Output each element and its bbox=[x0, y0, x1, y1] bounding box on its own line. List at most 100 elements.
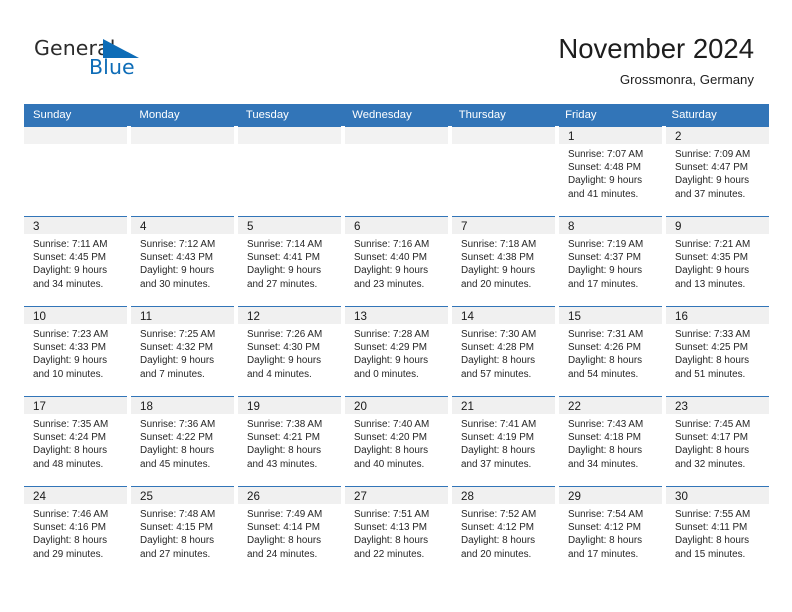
weekday-header-sunday: Sunday bbox=[33, 109, 72, 121]
calendar-day-cell[interactable]: 11 Sunrise: 7:25 AM Sunset: 4:32 PM Dayligh… bbox=[131, 306, 234, 396]
day-details: Sunrise: 7:11 AM Sunset: 4:45 PM Daylight:… bbox=[24, 234, 127, 291]
day-number-band: 11 bbox=[131, 307, 234, 324]
calendar-day-cell[interactable]: 8 Sunrise: 7:19 AM Sunset: 4:37 PM Daylight… bbox=[559, 216, 662, 306]
day-details: Sunrise: 7:35 AM Sunset: 4:24 PM Daylight:… bbox=[24, 414, 127, 471]
day-number-band: 17 bbox=[24, 397, 127, 414]
sunset-text: Sunset: 4:37 PM bbox=[568, 252, 642, 264]
calendar-day-cell[interactable]: 5 Sunrise: 7:14 AM Sunset: 4:41 PM Daylight… bbox=[238, 216, 341, 306]
daylight-text-line2: and 41 minutes. bbox=[568, 188, 639, 200]
calendar-day-cell[interactable]: 1 Sunrise: 7:07 AM Sunset: 4:48 PM Daylight… bbox=[559, 126, 662, 216]
calendar-week-row: 10 Sunrise: 7:23 AM Sunset: 4:33 PM Dayligh… bbox=[24, 306, 769, 396]
calendar-day-cell[interactable]: 22 Sunrise: 7:43 AM Sunset: 4:18 PM Dayligh… bbox=[559, 396, 662, 486]
calendar-day-cell[interactable]: 18 Sunrise: 7:36 AM Sunset: 4:22 PM Dayligh… bbox=[131, 396, 234, 486]
daylight-text-line2: and 17 minutes. bbox=[568, 278, 639, 290]
daylight-text-line1: Daylight: 8 hours bbox=[354, 445, 429, 457]
day-details: Sunrise: 7:14 AM Sunset: 4:41 PM Daylight:… bbox=[238, 234, 341, 291]
daylight-text-line2: and 20 minutes. bbox=[461, 548, 532, 560]
sunset-text: Sunset: 4:11 PM bbox=[675, 522, 748, 534]
calendar-day-cell[interactable]: 30 Sunrise: 7:55 AM Sunset: 4:11 PM Dayligh… bbox=[666, 486, 769, 576]
day-number-band: 24 bbox=[24, 487, 127, 504]
day-number: 6 bbox=[354, 220, 361, 233]
sunset-text: Sunset: 4:38 PM bbox=[461, 252, 535, 264]
day-number-band: 14 bbox=[452, 307, 555, 324]
day-details: Sunrise: 7:23 AM Sunset: 4:33 PM Daylight:… bbox=[24, 324, 127, 381]
day-number: 2 bbox=[675, 130, 682, 143]
sunset-text: Sunset: 4:30 PM bbox=[247, 342, 321, 354]
sunrise-text: Sunrise: 7:46 AM bbox=[33, 509, 109, 520]
day-number-band: 9 bbox=[666, 217, 769, 234]
day-number: 22 bbox=[568, 400, 581, 413]
calendar-day-cell[interactable]: 2 Sunrise: 7:09 AM Sunset: 4:47 PM Daylight… bbox=[666, 126, 769, 216]
day-number: 12 bbox=[247, 310, 260, 323]
day-number: 5 bbox=[247, 220, 254, 233]
daylight-text-line1: Daylight: 8 hours bbox=[461, 355, 536, 367]
calendar-day-cell[interactable]: 28 Sunrise: 7:52 AM Sunset: 4:12 PM Dayligh… bbox=[452, 486, 555, 576]
calendar-day-cell[interactable]: 29 Sunrise: 7:54 AM Sunset: 4:12 PM Dayligh… bbox=[559, 486, 662, 576]
calendar-day-cell[interactable]: 25 Sunrise: 7:48 AM Sunset: 4:15 PM Dayligh… bbox=[131, 486, 234, 576]
sunset-text: Sunset: 4:17 PM bbox=[675, 432, 749, 444]
day-number-band bbox=[24, 127, 127, 144]
day-number-band: 5 bbox=[238, 217, 341, 234]
sunrise-text: Sunrise: 7:12 AM bbox=[140, 239, 216, 250]
daylight-text-line1: Daylight: 8 hours bbox=[568, 535, 643, 547]
weekday-header-monday: Monday bbox=[139, 109, 180, 121]
calendar-day-cell[interactable]: 26 Sunrise: 7:49 AM Sunset: 4:14 PM Dayligh… bbox=[238, 486, 341, 576]
sunrise-text: Sunrise: 7:21 AM bbox=[675, 239, 751, 250]
day-number-band: 18 bbox=[131, 397, 234, 414]
weekday-header-friday: Friday bbox=[565, 109, 597, 121]
calendar-day-cell[interactable]: 9 Sunrise: 7:21 AM Sunset: 4:35 PM Daylight… bbox=[666, 216, 769, 306]
sunrise-text: Sunrise: 7:33 AM bbox=[675, 329, 751, 340]
day-number-band bbox=[238, 127, 341, 144]
calendar-day-cell[interactable]: 12 Sunrise: 7:26 AM Sunset: 4:30 PM Dayligh… bbox=[238, 306, 341, 396]
calendar-weeks: 1 Sunrise: 7:07 AM Sunset: 4:48 PM Daylight… bbox=[24, 126, 769, 576]
daylight-text-line2: and 15 minutes. bbox=[675, 548, 746, 560]
day-number-band: 12 bbox=[238, 307, 341, 324]
calendar-day-cell[interactable]: 14 Sunrise: 7:30 AM Sunset: 4:28 PM Dayligh… bbox=[452, 306, 555, 396]
calendar-day-cell[interactable]: 20 Sunrise: 7:40 AM Sunset: 4:20 PM Dayligh… bbox=[345, 396, 448, 486]
calendar-week-row: 24 Sunrise: 7:46 AM Sunset: 4:16 PM Dayligh… bbox=[24, 486, 769, 576]
calendar-day-cell[interactable]: 24 Sunrise: 7:46 AM Sunset: 4:16 PM Dayligh… bbox=[24, 486, 127, 576]
daylight-text-line2: and 34 minutes. bbox=[568, 458, 639, 470]
sunrise-text: Sunrise: 7:40 AM bbox=[354, 419, 430, 430]
daylight-text-line1: Daylight: 9 hours bbox=[140, 355, 215, 367]
day-number: 18 bbox=[140, 400, 153, 413]
calendar-day-cell[interactable]: 19 Sunrise: 7:38 AM Sunset: 4:21 PM Dayligh… bbox=[238, 396, 341, 486]
day-number-band: 28 bbox=[452, 487, 555, 504]
day-number: 25 bbox=[140, 490, 153, 503]
daylight-text-line2: and 17 minutes. bbox=[568, 548, 639, 560]
daylight-text-line1: Daylight: 8 hours bbox=[568, 445, 643, 457]
calendar-day-cell[interactable]: 13 Sunrise: 7:28 AM Sunset: 4:29 PM Dayligh… bbox=[345, 306, 448, 396]
day-details: Sunrise: 7:09 AM Sunset: 4:47 PM Daylight:… bbox=[666, 144, 769, 201]
daylight-text-line2: and 27 minutes. bbox=[140, 548, 211, 560]
calendar-day-cell[interactable]: 3 Sunrise: 7:11 AM Sunset: 4:45 PM Daylight… bbox=[24, 216, 127, 306]
calendar-day-cell[interactable]: 17 Sunrise: 7:35 AM Sunset: 4:24 PM Dayligh… bbox=[24, 396, 127, 486]
calendar-day-cell[interactable]: 23 Sunrise: 7:45 AM Sunset: 4:17 PM Dayligh… bbox=[666, 396, 769, 486]
sunrise-text: Sunrise: 7:51 AM bbox=[354, 509, 430, 520]
day-number-band: 26 bbox=[238, 487, 341, 504]
sunset-text: Sunset: 4:22 PM bbox=[140, 432, 214, 444]
day-details: Sunrise: 7:26 AM Sunset: 4:30 PM Daylight:… bbox=[238, 324, 341, 381]
calendar-day-cell[interactable]: 16 Sunrise: 7:33 AM Sunset: 4:25 PM Dayligh… bbox=[666, 306, 769, 396]
day-details: Sunrise: 7:12 AM Sunset: 4:43 PM Daylight:… bbox=[131, 234, 234, 291]
day-number-band: 21 bbox=[452, 397, 555, 414]
daylight-text-line2: and 13 minutes. bbox=[675, 278, 746, 290]
day-number-band: 29 bbox=[559, 487, 662, 504]
calendar-day-cell[interactable]: 27 Sunrise: 7:51 AM Sunset: 4:13 PM Dayligh… bbox=[345, 486, 448, 576]
sunset-text: Sunset: 4:41 PM bbox=[247, 252, 321, 264]
day-number-band: 1 bbox=[559, 127, 662, 144]
calendar-grid: Sunday Monday Tuesday Wednesday Thursday… bbox=[24, 104, 769, 576]
day-details: Sunrise: 7:07 AM Sunset: 4:48 PM Daylight:… bbox=[559, 144, 662, 201]
calendar-day-cell[interactable]: 6 Sunrise: 7:16 AM Sunset: 4:40 PM Daylight… bbox=[345, 216, 448, 306]
calendar-day-cell[interactable]: 4 Sunrise: 7:12 AM Sunset: 4:43 PM Daylight… bbox=[131, 216, 234, 306]
calendar-day-cell[interactable]: 7 Sunrise: 7:18 AM Sunset: 4:38 PM Daylight… bbox=[452, 216, 555, 306]
sunset-text: Sunset: 4:26 PM bbox=[568, 342, 642, 354]
sunrise-text: Sunrise: 7:54 AM bbox=[568, 509, 644, 520]
calendar-day-cell[interactable]: 10 Sunrise: 7:23 AM Sunset: 4:33 PM Dayligh… bbox=[24, 306, 127, 396]
daylight-text-line1: Daylight: 8 hours bbox=[461, 445, 536, 457]
general-blue-logo[interactable]: General Blue bbox=[34, 36, 154, 82]
sunrise-text: Sunrise: 7:26 AM bbox=[247, 329, 323, 340]
day-number-band: 13 bbox=[345, 307, 448, 324]
daylight-text-line2: and 30 minutes. bbox=[140, 278, 211, 290]
calendar-day-cell[interactable]: 21 Sunrise: 7:41 AM Sunset: 4:19 PM Dayligh… bbox=[452, 396, 555, 486]
calendar-day-cell[interactable]: 15 Sunrise: 7:31 AM Sunset: 4:26 PM Dayligh… bbox=[559, 306, 662, 396]
